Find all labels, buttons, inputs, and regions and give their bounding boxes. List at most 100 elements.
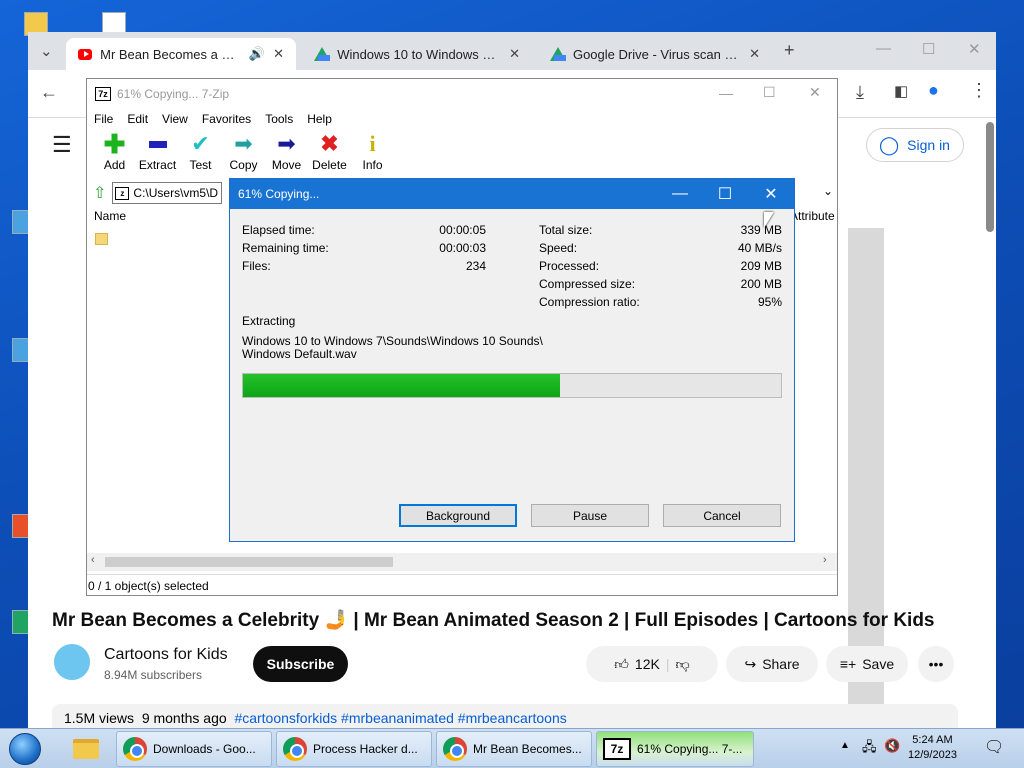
selection-status: 0 / 1 object(s) selected xyxy=(88,579,209,593)
scroll-left-icon[interactable]: ‹ xyxy=(91,554,95,566)
close-tab-icon[interactable]: ✕ xyxy=(749,46,760,62)
maximize-icon[interactable]: ☐ xyxy=(763,84,776,101)
menu-dots-icon[interactable]: ⋮ xyxy=(970,80,988,101)
side-panel-icon[interactable]: ◧ xyxy=(894,82,908,100)
maximize-icon[interactable]: ☐ xyxy=(922,40,935,58)
thumbs-up-icon[interactable]: 👍︎ xyxy=(614,656,629,673)
close-tab-icon[interactable]: ✕ xyxy=(273,46,284,62)
minimize-icon[interactable]: — xyxy=(876,40,891,57)
subscribe-button[interactable]: Subscribe xyxy=(253,646,348,682)
dialog-title: 61% Copying... xyxy=(238,187,320,201)
menu-file[interactable]: File xyxy=(94,112,113,126)
mouse-cursor-icon xyxy=(764,212,774,228)
taskbar-item-label: Process Hacker d... xyxy=(313,742,418,756)
google-drive-icon xyxy=(550,47,566,61)
new-tab-button[interactable]: + xyxy=(784,40,795,61)
scroll-right-icon[interactable]: › xyxy=(823,554,827,566)
copy-icon: ➡ xyxy=(234,131,253,156)
close-icon[interactable]: ✕ xyxy=(748,179,794,209)
elapsed-time-value: 00:00:05 xyxy=(439,223,486,237)
hashtags[interactable]: #cartoonsforkids #mrbeananimated #mrbean… xyxy=(234,710,566,726)
channel-name[interactable]: Cartoons for Kids xyxy=(104,646,228,664)
minimize-icon[interactable]: — xyxy=(719,85,733,101)
share-button[interactable]: ↪ Share xyxy=(726,646,818,682)
tab-title: Google Drive - Virus scan warn xyxy=(572,46,742,62)
video-player[interactable] xyxy=(848,228,884,708)
elapsed-time-label: Elapsed time: xyxy=(242,223,315,237)
7zip-titlebar: 7z 61% Copying... 7-Zip — ☐ ✕ xyxy=(87,79,837,109)
path-dropdown-chevron-icon[interactable]: ⌄ xyxy=(823,184,833,198)
compression-ratio-label: Compression ratio: xyxy=(539,295,640,309)
horizontal-scrollbar[interactable]: ‹ › xyxy=(87,553,837,571)
tool-label: Info xyxy=(362,158,383,172)
folder-icon[interactable] xyxy=(95,233,108,245)
cancel-button[interactable]: Cancel xyxy=(663,504,781,527)
column-header-name[interactable]: Name xyxy=(87,209,126,223)
menu-view[interactable]: View xyxy=(162,112,188,126)
like-count[interactable]: 12K xyxy=(635,656,660,672)
close-window-icon[interactable]: ✕ xyxy=(968,40,981,58)
close-icon[interactable]: ✕ xyxy=(809,84,821,101)
info-icon: i xyxy=(369,131,376,156)
clock[interactable]: 5:24 AM 12/9/2023 xyxy=(908,733,957,763)
info-button[interactable]: i Info xyxy=(351,129,394,179)
more-actions-button[interactable]: ••• xyxy=(918,646,954,682)
extract-button[interactable]: Extract xyxy=(136,129,179,179)
up-folder-icon[interactable]: ⇧ xyxy=(93,183,106,203)
menu-favorites[interactable]: Favorites xyxy=(202,112,251,126)
remaining-time-value: 00:00:03 xyxy=(439,241,486,255)
start-button[interactable] xyxy=(4,731,46,767)
taskbar-item-label: Downloads - Goo... xyxy=(153,742,256,756)
back-arrow-icon[interactable]: ← xyxy=(40,82,58,103)
menu-help[interactable]: Help xyxy=(307,112,332,126)
more-dots-icon: ••• xyxy=(928,656,944,672)
taskbar-item-process-hacker[interactable]: Process Hacker d... xyxy=(276,731,432,767)
menu-edit[interactable]: Edit xyxy=(127,112,148,126)
move-button[interactable]: ➡ Move xyxy=(265,129,308,179)
notifications-icon[interactable]: 🗨 xyxy=(984,737,1004,757)
tab-search-chevron-icon[interactable]: ⌄ xyxy=(40,42,53,60)
test-button[interactable]: ✔ Test xyxy=(179,129,222,179)
sign-in-button[interactable]: ◯ Sign in xyxy=(866,128,964,162)
menu-tools[interactable]: Tools xyxy=(265,112,293,126)
close-tab-icon[interactable]: ✕ xyxy=(509,46,520,62)
description-box[interactable]: 1.5M views 9 months ago #cartoonsforkids… xyxy=(52,704,958,728)
delete-button[interactable]: ✖ Delete xyxy=(308,129,351,179)
download-icon[interactable]: ⤓ xyxy=(856,82,864,103)
remaining-time-label: Remaining time: xyxy=(242,241,329,255)
path-text: C:\Users\vm5\D xyxy=(133,186,219,200)
taskbar-item-7zip[interactable]: 7z 61% Copying... 7-... xyxy=(596,731,754,767)
background-button[interactable]: Background xyxy=(399,504,517,527)
profile-icon[interactable]: ● xyxy=(928,80,939,101)
minimize-icon[interactable]: — xyxy=(657,179,703,209)
page-scrollbar[interactable] xyxy=(986,122,994,232)
copy-button[interactable]: ➡ Copy xyxy=(222,129,265,179)
compression-ratio-value: 95% xyxy=(757,295,782,309)
tab-youtube[interactable]: Mr Bean Becomes a Celebr 🔊 ✕ xyxy=(66,38,296,70)
taskbar-item-mr-bean[interactable]: Mr Bean Becomes... xyxy=(436,731,592,767)
tray-overflow-icon[interactable]: ▲ xyxy=(840,740,850,751)
tab-drive-zip[interactable]: Windows 10 to Windows 7.zip ✕ xyxy=(302,38,532,70)
clock-date: 12/9/2023 xyxy=(908,749,957,761)
pause-button[interactable]: Pause xyxy=(531,504,649,527)
save-button[interactable]: ≡+ Save xyxy=(826,646,908,682)
windows-orb-icon xyxy=(9,733,41,765)
scroll-thumb[interactable] xyxy=(105,557,393,567)
column-header-attributes[interactable]: Attribute xyxy=(790,209,835,223)
channel-avatar[interactable] xyxy=(52,642,92,682)
hamburger-menu-icon[interactable]: ☰ xyxy=(52,132,72,158)
path-input[interactable]: z C:\Users\vm5\D xyxy=(112,182,223,204)
folder-icon xyxy=(73,739,99,759)
tab-title: Windows 10 to Windows 7.zip xyxy=(337,46,502,62)
thumbs-down-icon[interactable]: 👎︎ xyxy=(675,656,689,673)
file-explorer-taskbar-button[interactable] xyxy=(66,733,106,765)
volume-muted-icon[interactable]: 🔇 xyxy=(884,738,900,754)
tool-label: Extract xyxy=(138,158,177,172)
maximize-icon[interactable]: ☐ xyxy=(702,179,748,209)
like-dislike-group: 👍︎ 12K | 👎︎ xyxy=(586,646,718,682)
tab-drive-virus-scan[interactable]: Google Drive - Virus scan warn ✕ xyxy=(538,38,772,70)
taskbar-item-downloads[interactable]: Downloads - Goo... xyxy=(116,731,272,767)
add-button[interactable]: ✚ Add xyxy=(93,129,136,179)
speaker-icon[interactable]: 🔊 xyxy=(249,46,265,62)
network-icon[interactable]: 🖧 xyxy=(862,738,877,760)
